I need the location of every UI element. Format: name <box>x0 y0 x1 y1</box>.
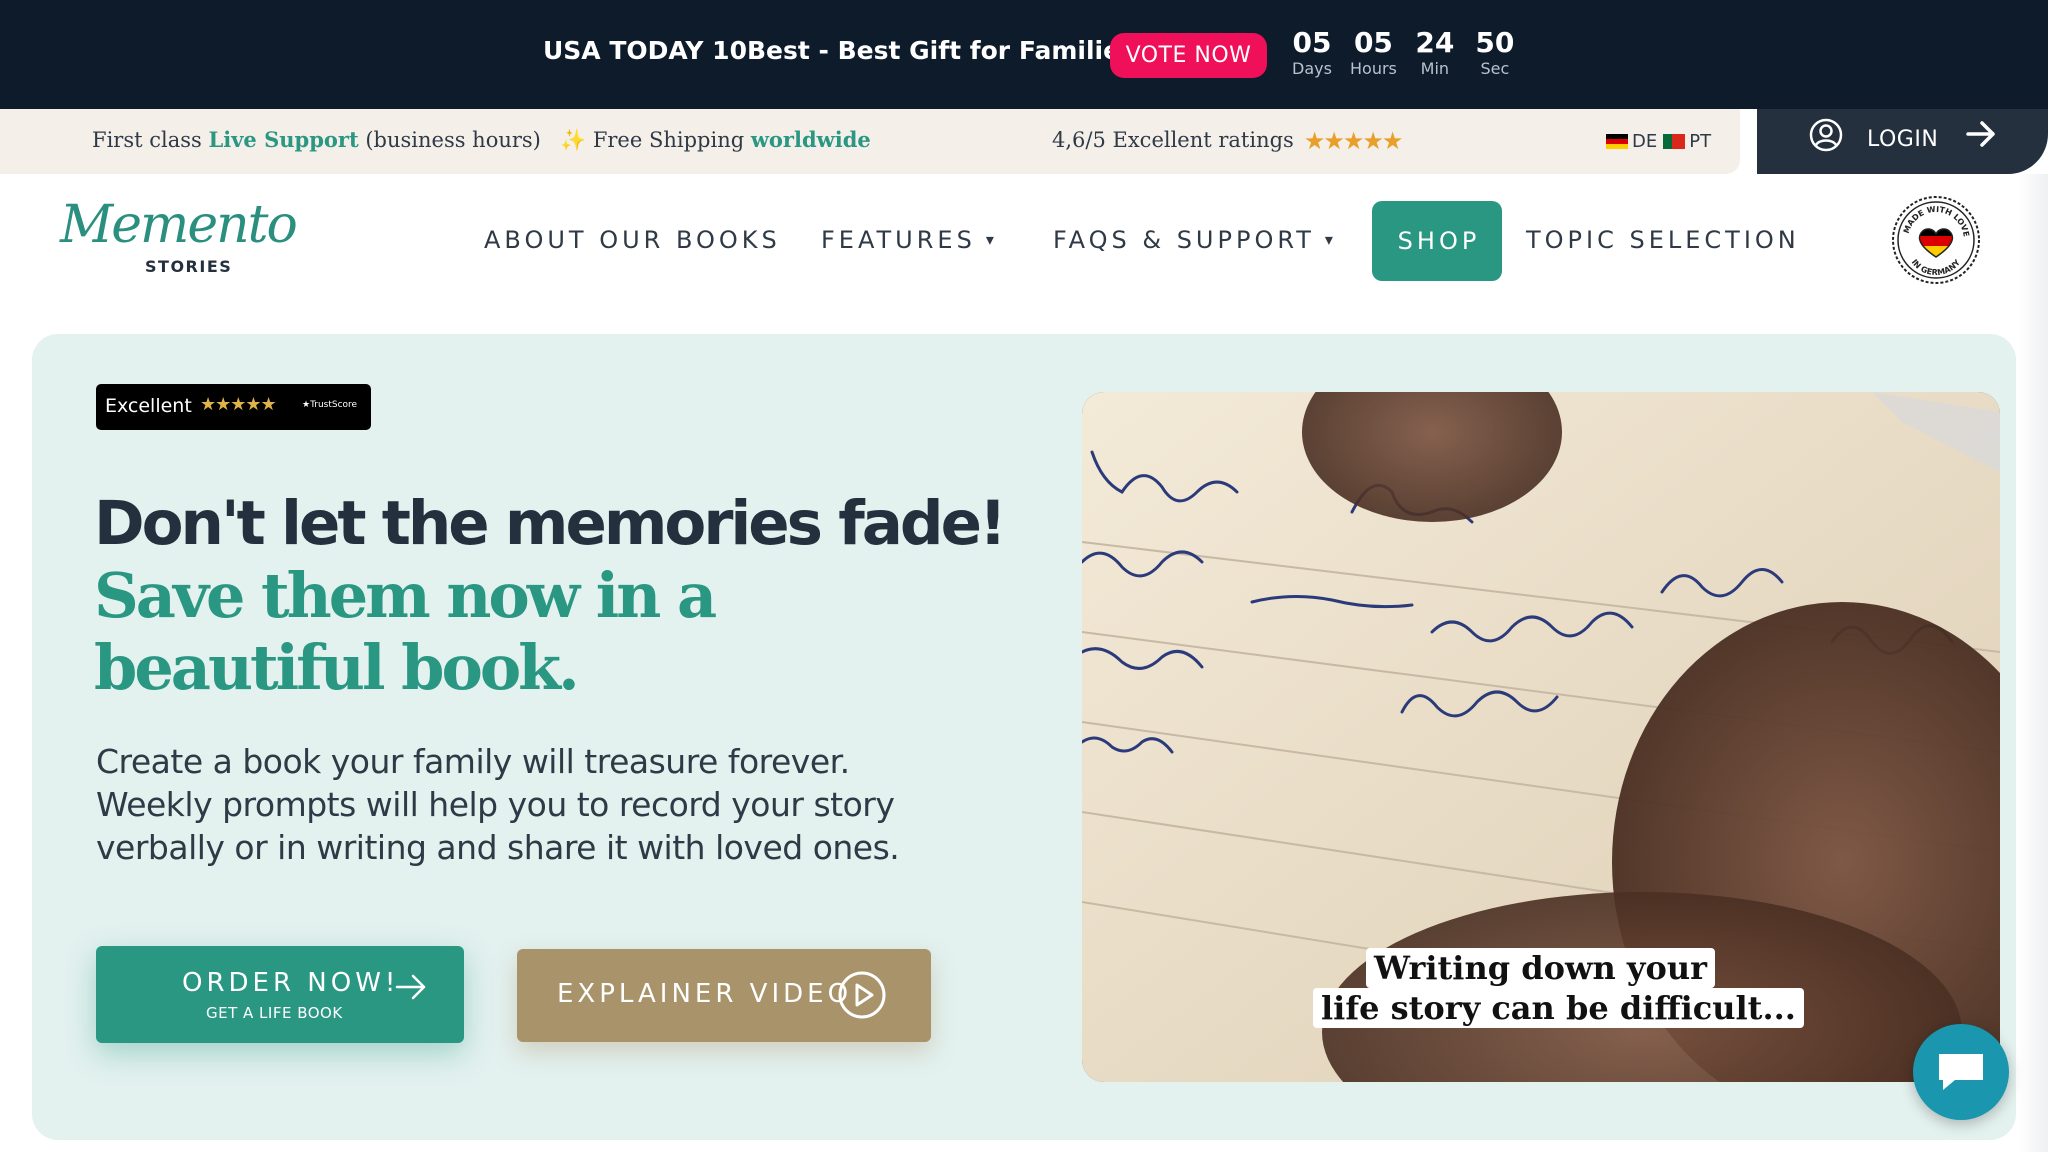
rating-stars-icon: ★★★★★ <box>1303 127 1404 155</box>
nav-topic-selection[interactable]: TOPIC SELECTION <box>1526 226 1800 254</box>
nav-faqs-label: FAQS & SUPPORT <box>1053 226 1315 254</box>
play-icon <box>838 971 886 1019</box>
ratings-info: 4,6/5 Excellent ratings ★★★★★ <box>1052 127 1404 155</box>
nav-about-books[interactable]: ABOUT OUR BOOKS <box>484 226 781 254</box>
countdown-unit: Days <box>1292 59 1332 78</box>
vote-now-button[interactable]: VOTE NOW <box>1110 33 1267 78</box>
arrow-right-icon <box>1966 121 1995 147</box>
announcement-bar: USA TODAY 10Best - Best Gift for Familie… <box>0 0 2048 109</box>
countdown-timer: 05 Days 05 Hours 24 Min 50 Sec <box>1290 26 1517 78</box>
trustpilot-badge[interactable]: Excellent ★★★★★ ★TrustScore <box>96 384 371 430</box>
info-bar: First class Live Support (business hours… <box>0 109 1740 174</box>
order-now-label: ORDER NOW! <box>182 968 400 998</box>
countdown-value: 24 <box>1415 26 1455 59</box>
made-in-germany-badge: MADE WITH LOVE IN GERMANY <box>1892 196 1980 284</box>
countdown-days: 05 Days <box>1290 26 1334 78</box>
language-switcher: DE PT <box>1606 131 1711 152</box>
explainer-video-button[interactable]: EXPLAINER VIDEO <box>517 949 931 1042</box>
hero-headline-accent: Save them now in a beautiful book. <box>94 559 717 704</box>
explainer-video-label: EXPLAINER VIDEO <box>557 979 853 1009</box>
arrow-right-icon <box>395 974 426 1000</box>
chevron-down-icon: ▾ <box>985 230 994 249</box>
order-now-sub: GET A LIFE BOOK <box>206 1004 343 1022</box>
trust-stars-icon: ★★★★★ <box>200 394 277 415</box>
hero-headline: Don't let the memories fade! <box>94 488 1007 559</box>
logo-sub: STORIES <box>145 257 233 276</box>
login-button[interactable]: LOGIN <box>1757 109 2048 174</box>
countdown-unit: Sec <box>1480 59 1510 78</box>
chat-launcher-button[interactable] <box>1913 1024 2009 1120</box>
support-info: First class Live Support (business hours… <box>92 127 541 152</box>
nav-faqs-support[interactable]: FAQS & SUPPORT ▾ <box>1053 226 1333 254</box>
language-pt[interactable]: PT <box>1689 131 1711 152</box>
shop-button[interactable]: SHOP <box>1372 201 1502 281</box>
memento-logo[interactable]: Memento STORIES <box>60 195 298 285</box>
ratings-text: 4,6/5 Excellent ratings <box>1052 128 1294 152</box>
login-label: LOGIN <box>1867 127 1939 152</box>
countdown-value: 05 <box>1353 26 1393 59</box>
hero-description: Create a book your family will treasure … <box>96 742 900 867</box>
countdown-unit: Hours <box>1350 59 1397 78</box>
video-caption-line-2: life story can be difficult... <box>1313 988 1804 1028</box>
trust-label: Excellent <box>105 395 192 417</box>
countdown-unit: Min <box>1420 59 1450 78</box>
chat-bubble-icon <box>1939 1054 1983 1090</box>
language-de[interactable]: DE <box>1632 131 1657 152</box>
portuguese-flag-icon[interactable] <box>1663 134 1686 149</box>
order-now-button[interactable]: ORDER NOW! GET A LIFE BOOK <box>96 946 464 1043</box>
support-suffix: (business hours) <box>358 128 541 152</box>
shipping-info: ✨ Free Shipping worldwide <box>560 127 871 153</box>
video-caption-line-1: Writing down your <box>1366 948 1715 988</box>
countdown-value: 05 <box>1292 26 1332 59</box>
countdown-minutes: 24 Min <box>1413 26 1457 78</box>
logo-script: Memento <box>60 195 298 255</box>
shipping-prefix: ✨ Free Shipping <box>560 128 751 152</box>
nav-features[interactable]: FEATURES ▾ <box>821 226 994 254</box>
countdown-seconds: 50 Sec <box>1473 26 1517 78</box>
support-prefix: First class <box>92 128 209 152</box>
page-edge-shadow <box>2018 174 2048 1152</box>
countdown-value: 50 <box>1475 26 1515 59</box>
german-flag-icon[interactable] <box>1606 134 1628 149</box>
shipping-highlight: worldwide <box>750 127 871 152</box>
chevron-down-icon: ▾ <box>1324 230 1333 249</box>
countdown-hours: 05 Hours <box>1350 26 1397 78</box>
user-icon <box>1809 118 1843 152</box>
nav-features-label: FEATURES <box>821 226 976 254</box>
trust-brand: ★TrustScore <box>302 400 358 410</box>
live-support-link[interactable]: Live Support <box>208 127 358 152</box>
promo-text: USA TODAY 10Best - Best Gift for Familie… <box>543 36 1135 65</box>
